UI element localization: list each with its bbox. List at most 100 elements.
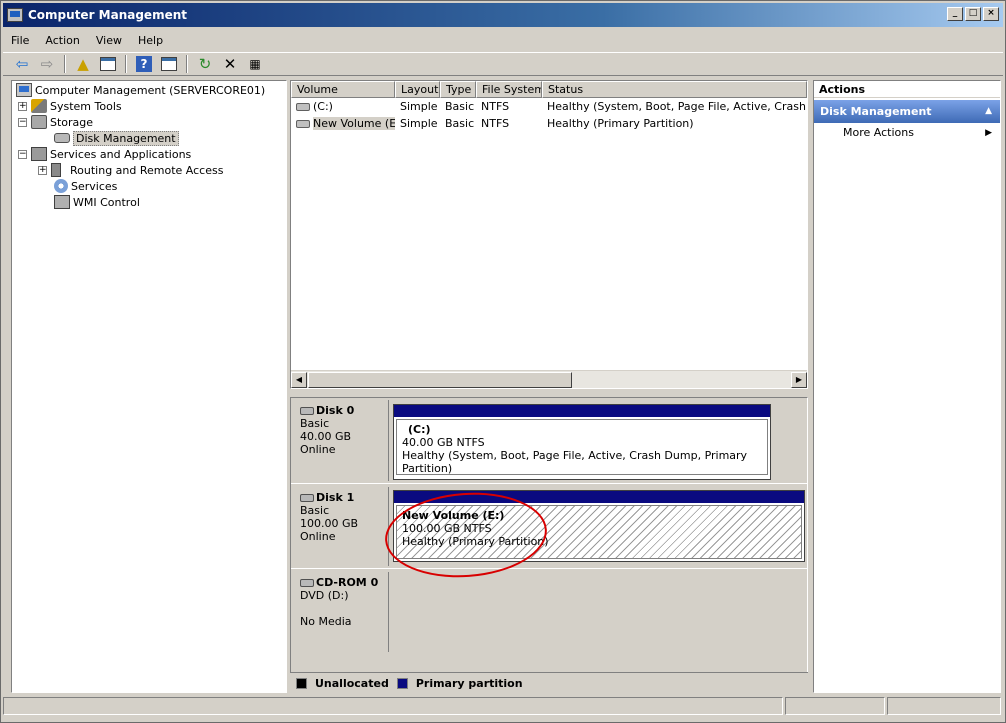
disk-type: Basic bbox=[300, 417, 330, 430]
disk-info[interactable]: CD-ROM 0 DVD (D:) No Media bbox=[293, 572, 389, 652]
menu-file[interactable]: File bbox=[3, 34, 37, 47]
volume-type: Basic bbox=[445, 117, 475, 130]
disk-state: Online bbox=[300, 443, 336, 456]
tree-item-routing[interactable]: + Routing and Remote Access bbox=[38, 162, 223, 178]
disk-type: DVD (D:) bbox=[300, 589, 349, 602]
delete-icon[interactable]: ✕ bbox=[219, 54, 241, 74]
partition-status: Healthy (Primary Partition) bbox=[402, 535, 549, 548]
volume-layout: Simple bbox=[400, 100, 438, 113]
collapse-icon[interactable]: − bbox=[18, 149, 27, 159]
scroll-left-icon[interactable]: ◀ bbox=[291, 372, 307, 388]
scroll-thumb[interactable] bbox=[308, 372, 572, 388]
status-segment bbox=[785, 697, 885, 715]
export-icon[interactable]: ▦ bbox=[244, 54, 266, 74]
tree-item-label: Services bbox=[71, 179, 118, 193]
horizontal-scrollbar[interactable]: ◀ ▶ bbox=[291, 370, 807, 388]
disk-row-0: Disk 0 Basic 40.00 GB Online (C:) 40.00 … bbox=[291, 398, 807, 484]
menu-action[interactable]: Action bbox=[37, 34, 87, 47]
tree-item-system-tools[interactable]: + System Tools bbox=[18, 98, 122, 114]
status-segment bbox=[3, 697, 783, 715]
close-button[interactable]: × bbox=[983, 7, 999, 21]
partition-name: New Volume (E:) bbox=[402, 509, 505, 522]
disk-info[interactable]: Disk 1 Basic 100.00 GB Online bbox=[293, 487, 389, 566]
volume-status: Healthy (System, Boot, Page File, Active… bbox=[547, 100, 807, 113]
disk-name: CD-ROM 0 bbox=[316, 576, 379, 589]
wmi-icon bbox=[54, 195, 70, 209]
toolbar-separator bbox=[125, 55, 127, 73]
tree-item-label: Services and Applications bbox=[50, 147, 192, 161]
more-actions-label: More Actions bbox=[843, 126, 914, 139]
right-edge bbox=[1002, 80, 1005, 693]
window-title: Computer Management bbox=[28, 8, 187, 22]
minimize-button[interactable]: _ bbox=[947, 7, 963, 21]
submenu-arrow-icon: ▶ bbox=[985, 128, 992, 138]
legend-primary: Primary partition bbox=[415, 676, 523, 690]
show-hide-tree-icon[interactable] bbox=[97, 54, 119, 74]
column-header-layout[interactable]: Layout bbox=[395, 81, 440, 98]
column-header-volume[interactable]: Volume bbox=[291, 81, 395, 98]
disk-name: Disk 0 bbox=[316, 404, 355, 417]
table-row[interactable]: New Volume (E:) Simple Basic NTFS Health… bbox=[291, 115, 807, 132]
table-row[interactable]: (C:) Simple Basic NTFS Healthy (System, … bbox=[291, 98, 807, 115]
collapse-icon[interactable]: − bbox=[18, 117, 27, 127]
disk-size: 100.00 GB bbox=[300, 517, 359, 530]
legend-unallocated: Unallocated bbox=[315, 676, 389, 690]
collapse-up-icon[interactable]: ▲ bbox=[985, 100, 992, 123]
services-applications-icon bbox=[31, 147, 47, 161]
column-header-status[interactable]: Status bbox=[542, 81, 807, 98]
help-icon[interactable]: ? bbox=[133, 54, 155, 74]
forward-arrow-icon[interactable]: ⇨ bbox=[36, 54, 58, 74]
up-folder-icon[interactable]: ▲ bbox=[72, 54, 94, 74]
actions-group-disk-management[interactable]: Disk Management ▲ bbox=[814, 100, 1000, 123]
tree-item-label: WMI Control bbox=[73, 195, 140, 209]
tree-item-label: Routing and Remote Access bbox=[70, 163, 224, 177]
cdrom-icon bbox=[300, 578, 314, 587]
disk-info[interactable]: Disk 0 Basic 40.00 GB Online bbox=[293, 400, 389, 481]
tree-item-services[interactable]: Services bbox=[54, 178, 117, 194]
cdrom-empty-area bbox=[391, 572, 805, 652]
tree-item-label: Storage bbox=[50, 115, 94, 129]
unallocated-swatch bbox=[296, 677, 307, 689]
primary-swatch bbox=[396, 677, 408, 689]
tree-item-label: Disk Management bbox=[73, 130, 179, 146]
tree-item-label: Computer Management (SERVERCORE01) bbox=[35, 83, 266, 97]
more-actions-item[interactable]: More Actions ▶ bbox=[814, 123, 1000, 143]
tree-item-services-apps[interactable]: − Services and Applications bbox=[18, 146, 191, 162]
expand-icon[interactable]: + bbox=[18, 101, 27, 111]
properties-icon[interactable] bbox=[158, 54, 180, 74]
volume-status: Healthy (Primary Partition) bbox=[547, 117, 694, 130]
partition-e[interactable]: New Volume (E:) 100.00 GB NTFS Healthy (… bbox=[393, 490, 805, 562]
volume-icon bbox=[296, 120, 310, 128]
title-bar[interactable]: Computer Management _ □ × bbox=[3, 3, 1003, 27]
tree-item-root[interactable]: Computer Management (SERVERCORE01) bbox=[16, 82, 265, 98]
actions-header: Actions bbox=[814, 81, 1000, 98]
tree-item-disk-management[interactable]: Disk Management bbox=[54, 130, 179, 146]
volume-name: (C:) bbox=[313, 100, 333, 113]
refresh-icon[interactable]: ↻ bbox=[194, 54, 216, 74]
back-arrow-icon[interactable]: ⇦ bbox=[11, 54, 33, 74]
volume-file-system: NTFS bbox=[481, 100, 510, 113]
list-header: Volume Layout Type File System Status bbox=[291, 81, 807, 98]
toolbar: ⇦ ⇨ ▲ ? ↻ ✕ ▦ bbox=[3, 52, 1003, 76]
menu-view[interactable]: View bbox=[88, 34, 130, 47]
toolbar-separator bbox=[64, 55, 66, 73]
server-icon bbox=[51, 163, 61, 177]
column-header-type[interactable]: Type bbox=[440, 81, 476, 98]
toolbar-separator bbox=[186, 55, 188, 73]
actions-pane: Actions Disk Management ▲ More Actions ▶ bbox=[813, 80, 1001, 693]
maximize-button[interactable]: □ bbox=[965, 7, 981, 21]
tree-item-storage[interactable]: − Storage bbox=[18, 114, 93, 130]
volume-layout: Simple bbox=[400, 117, 438, 130]
partition-size: 40.00 GB NTFS bbox=[402, 436, 485, 449]
partition-c[interactable]: (C:) 40.00 GB NTFS Healthy (System, Boot… bbox=[393, 404, 771, 480]
services-gear-icon bbox=[54, 179, 68, 193]
expand-icon[interactable]: + bbox=[38, 165, 47, 175]
tree-item-wmi[interactable]: WMI Control bbox=[54, 194, 140, 210]
console-tree: Computer Management (SERVERCORE01) + Sys… bbox=[11, 80, 287, 693]
partition-name: (C:) bbox=[408, 423, 431, 436]
status-bar bbox=[3, 697, 1003, 717]
menu-help[interactable]: Help bbox=[130, 34, 171, 47]
primary-partition-bar bbox=[394, 491, 804, 503]
scroll-right-icon[interactable]: ▶ bbox=[791, 372, 807, 388]
column-header-file-system[interactable]: File System bbox=[476, 81, 542, 98]
